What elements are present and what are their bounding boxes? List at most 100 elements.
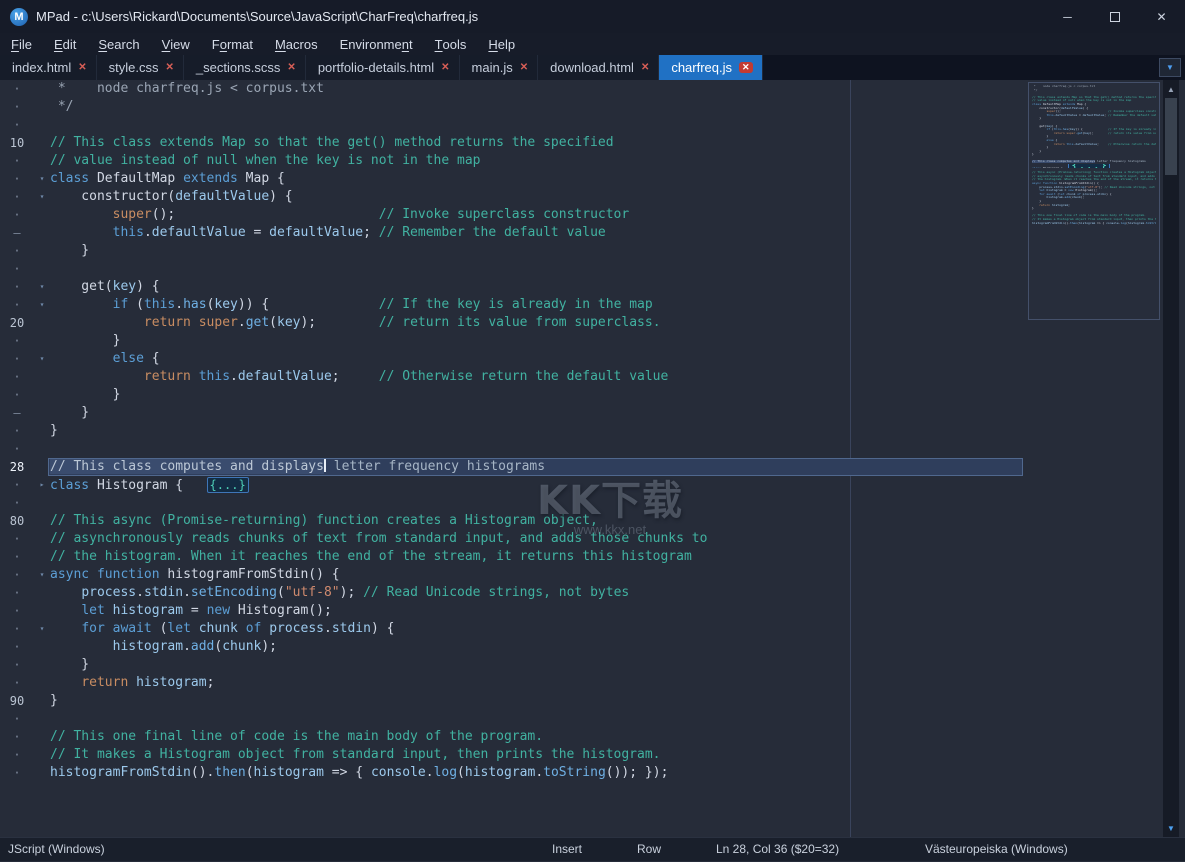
code-line[interactable]: · histogram.add(chunk); bbox=[0, 638, 1185, 656]
code-line[interactable]: · ▾ async function histogramFromStdin() { bbox=[0, 566, 1185, 584]
code-text[interactable]: if (this.has(key)) { // If the key is al… bbox=[50, 296, 653, 314]
code-text[interactable]: histogram.add(chunk); bbox=[50, 638, 277, 656]
code-line[interactable]: · histogramFromStdin().then(histogram => … bbox=[0, 764, 1185, 782]
fold-open-icon[interactable]: ▾ bbox=[36, 170, 48, 188]
code-text[interactable]: } bbox=[50, 404, 89, 422]
tab-list-dropdown-button[interactable]: ▼ bbox=[1159, 58, 1181, 77]
code-line[interactable]: · */ bbox=[0, 98, 1185, 116]
code-text[interactable]: // This class computes and displays lett… bbox=[50, 458, 545, 476]
tab-index.html[interactable]: index.html ✕ bbox=[0, 55, 97, 80]
code-line[interactable]: · // value instead of null when the key i… bbox=[0, 152, 1185, 170]
code-line[interactable]: · ▾ constructor(defaultValue) { bbox=[0, 188, 1185, 206]
code-line[interactable]: · } bbox=[0, 332, 1185, 350]
code-line[interactable]: 90} bbox=[0, 692, 1185, 710]
tab-main.js[interactable]: main.js ✕ bbox=[459, 55, 539, 80]
scroll-down-button[interactable]: ▼ bbox=[1163, 821, 1179, 835]
code-line[interactable]: · bbox=[0, 260, 1185, 278]
tab-close-icon[interactable]: ✕ bbox=[641, 62, 649, 73]
status-insert-mode[interactable]: Insert bbox=[552, 838, 582, 862]
menu-item-edit[interactable]: Edit bbox=[43, 33, 87, 55]
vertical-scrollbar[interactable]: ▲ ▼ bbox=[1163, 80, 1179, 837]
code-text[interactable]: // This class extends Map so that the ge… bbox=[50, 134, 614, 152]
tab-close-icon[interactable]: ✕ bbox=[520, 62, 528, 73]
code-text[interactable]: // This async (Promise-returning) functi… bbox=[50, 512, 598, 530]
code-text[interactable]: // the histogram. When it reaches the en… bbox=[50, 548, 692, 566]
code-text[interactable]: get(key) { bbox=[50, 278, 159, 296]
code-line[interactable]: · ▾ else { bbox=[0, 350, 1185, 368]
tab-close-icon[interactable]: ✕ bbox=[739, 62, 753, 73]
code-line[interactable]: · bbox=[0, 494, 1185, 512]
code-text[interactable]: } bbox=[50, 422, 58, 440]
menu-item-macros[interactable]: Macros bbox=[264, 33, 329, 55]
scrollbar-thumb[interactable] bbox=[1165, 98, 1177, 175]
code-text[interactable]: histogramFromStdin().then(histogram => {… bbox=[50, 764, 668, 782]
code-text[interactable]: class Histogram { {...} bbox=[50, 476, 249, 495]
code-text[interactable]: else { bbox=[50, 350, 160, 368]
code-line[interactable]: – } bbox=[0, 404, 1185, 422]
menu-item-environment[interactable]: Environme n t bbox=[329, 33, 424, 55]
code-line[interactable]: 20 return super.get(key); // return its … bbox=[0, 314, 1185, 332]
code-text[interactable]: } bbox=[50, 692, 58, 710]
code-text[interactable]: return histogram; bbox=[50, 674, 214, 692]
fold-open-icon[interactable]: ▾ bbox=[36, 296, 48, 314]
fold-open-icon[interactable]: ▾ bbox=[36, 350, 48, 368]
code-line[interactable]: · super(); // Invoke superclass construc… bbox=[0, 206, 1185, 224]
code-line[interactable]: ·} bbox=[0, 422, 1185, 440]
menu-item-tools[interactable]: Tools bbox=[424, 33, 478, 55]
code-text[interactable]: constructor(defaultValue) { bbox=[50, 188, 292, 206]
code-text[interactable]: return super.get(key); // return its val… bbox=[50, 314, 661, 332]
fold-closed-icon[interactable]: ▸ bbox=[36, 476, 48, 494]
code-line[interactable]: · return histogram; bbox=[0, 674, 1185, 692]
code-line[interactable]: 28 // This class computes and displays le… bbox=[0, 458, 1185, 476]
code-text[interactable]: } bbox=[50, 386, 121, 404]
code-line[interactable]: 10 // This class extends Map so that the … bbox=[0, 134, 1185, 152]
minimap[interactable]: * node charfreq.js < corpus.txt */// Thi… bbox=[1028, 82, 1160, 320]
code-line[interactable]: · ▾ class DefaultMap extends Map { bbox=[0, 170, 1185, 188]
fold-open-icon[interactable]: ▾ bbox=[36, 620, 48, 638]
code-text[interactable]: class DefaultMap extends Map { bbox=[50, 170, 285, 188]
code-text[interactable]: // asynchronously reads chunks of text f… bbox=[50, 530, 707, 548]
code-line[interactable]: · ▾ if (this.has(key)) { // If the key is… bbox=[0, 296, 1185, 314]
code-line[interactable]: · ▾ get(key) { bbox=[0, 278, 1185, 296]
tab-close-icon[interactable]: ✕ bbox=[165, 62, 173, 73]
close-button[interactable]: ✕ bbox=[1138, 0, 1185, 33]
menu-item-search[interactable]: Search bbox=[87, 33, 150, 55]
tab-portfolio-details.html[interactable]: portfolio-details.html ✕ bbox=[305, 55, 460, 80]
tab-close-icon[interactable]: ✕ bbox=[78, 62, 86, 73]
code-line[interactable]: · } bbox=[0, 242, 1185, 260]
code-text[interactable]: * node charfreq.js < corpus.txt bbox=[50, 80, 324, 98]
code-text[interactable]: this.defaultValue = defaultValue; // Rem… bbox=[50, 224, 606, 242]
code-line[interactable]: · // It makes a Histogram object from sta… bbox=[0, 746, 1185, 764]
code-line[interactable]: – this.defaultValue = defaultValue; // R… bbox=[0, 224, 1185, 242]
code-text[interactable]: async function histogramFromStdin() { bbox=[50, 566, 340, 584]
menu-item-view[interactable]: View bbox=[151, 33, 201, 55]
menu-item-file[interactable]: File bbox=[0, 33, 43, 55]
tab-download.html[interactable]: download.html ✕ bbox=[538, 55, 660, 80]
code-line[interactable]: 80 // This async (Promise-returning) func… bbox=[0, 512, 1185, 530]
menu-item-format[interactable]: Fo rmat bbox=[201, 33, 264, 55]
code-text[interactable]: // value instead of null when the key is… bbox=[50, 152, 480, 170]
menu-item-help[interactable]: Help bbox=[477, 33, 526, 55]
code-line[interactable]: · return this.defaultValue; // Otherwise… bbox=[0, 368, 1185, 386]
code-line[interactable]: · bbox=[0, 710, 1185, 728]
maximize-button[interactable] bbox=[1091, 0, 1138, 33]
code-text[interactable]: let histogram = new Histogram(); bbox=[50, 602, 331, 620]
code-text[interactable]: // This one final line of code is the ma… bbox=[50, 728, 543, 746]
code-line[interactable]: · // the histogram. When it reaches the e… bbox=[0, 548, 1185, 566]
code-text[interactable]: } bbox=[50, 656, 89, 674]
code-text[interactable]: process.stdin.setEncoding("utf-8"); // R… bbox=[50, 584, 629, 602]
code-text[interactable]: } bbox=[50, 242, 89, 260]
code-text[interactable]: */ bbox=[50, 98, 74, 116]
tab-charfreq.js[interactable]: charfreq.js ✕ bbox=[659, 55, 763, 80]
code-text[interactable]: for await (let chunk of process.stdin) { bbox=[50, 620, 394, 638]
minimize-button[interactable]: ─ bbox=[1044, 0, 1091, 33]
code-line[interactable]: · ▸ class Histogram { {...} bbox=[0, 476, 1185, 494]
fold-open-icon[interactable]: ▾ bbox=[36, 278, 48, 296]
code-line[interactable]: · // asynchronously reads chunks of text … bbox=[0, 530, 1185, 548]
code-line[interactable]: · } bbox=[0, 656, 1185, 674]
tab-_sections.scss[interactable]: _sections.scss ✕ bbox=[183, 55, 306, 80]
code-text[interactable]: return this.defaultValue; // Otherwise r… bbox=[50, 368, 668, 386]
code-line[interactable]: · bbox=[0, 440, 1185, 458]
code-line[interactable]: · let histogram = new Histogram(); bbox=[0, 602, 1185, 620]
tab-close-icon[interactable]: ✕ bbox=[441, 62, 449, 73]
